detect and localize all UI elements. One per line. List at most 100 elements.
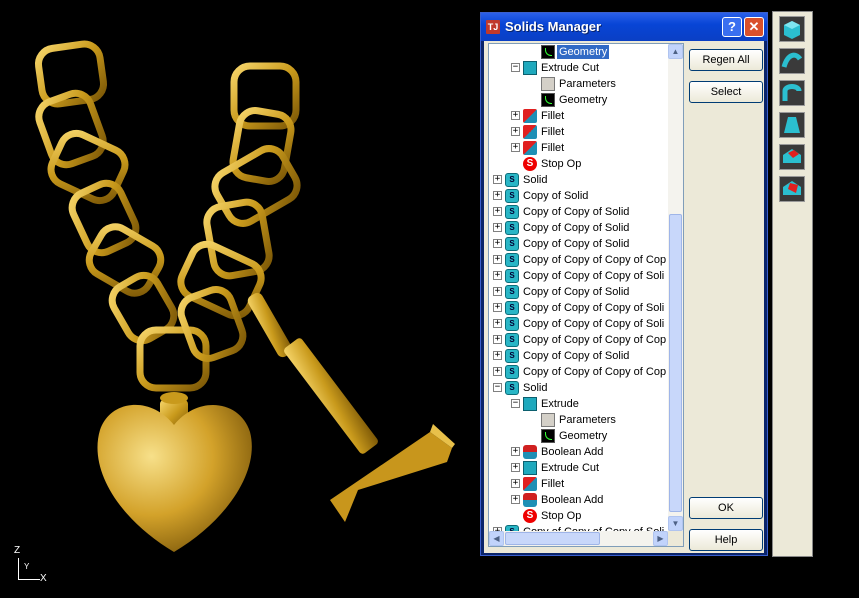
tree-row[interactable]: + S Copy of Copy of Solid bbox=[489, 348, 669, 364]
box-tool-icon[interactable] bbox=[779, 16, 805, 42]
expand-icon[interactable]: + bbox=[493, 239, 502, 248]
select-button[interactable]: Select bbox=[689, 81, 763, 103]
tree-row[interactable]: + S Copy of Copy of Copy of Cop bbox=[489, 252, 669, 268]
window-title: Solids Manager bbox=[505, 19, 602, 34]
tree-item-label: Copy of Copy of Copy of Cop bbox=[523, 254, 667, 266]
scroll-down-button[interactable]: ▼ bbox=[668, 516, 683, 531]
stop-op-icon: S bbox=[523, 509, 537, 523]
tree-row[interactable]: + Fillet bbox=[489, 124, 669, 140]
help-button[interactable]: Help bbox=[689, 529, 763, 551]
close-button[interactable]: ✕ bbox=[744, 17, 764, 37]
extrude-icon bbox=[523, 397, 537, 411]
expand-icon[interactable]: + bbox=[511, 495, 520, 504]
tree-item-label: Fillet bbox=[541, 142, 565, 154]
scroll-right-button[interactable]: ▶ bbox=[653, 531, 668, 546]
tree-row[interactable]: + Fillet bbox=[489, 140, 669, 156]
help-title-button[interactable]: ? bbox=[722, 17, 742, 37]
folder-icon bbox=[541, 77, 555, 91]
tree-row[interactable]: + S Copy of Copy of Solid bbox=[489, 220, 669, 236]
expand-icon[interactable]: + bbox=[493, 351, 502, 360]
expand-icon[interactable]: + bbox=[511, 111, 520, 120]
tree-row[interactable]: + Boolean Add bbox=[489, 444, 669, 460]
tree-item-label: Copy of Copy of Copy of Cop bbox=[523, 366, 667, 378]
tree-row[interactable]: +SCopy of Copy of Copy of Soli bbox=[489, 300, 669, 316]
tree-vertical-scrollbar[interactable]: ▲ ▼ bbox=[668, 44, 683, 531]
solid-icon: S bbox=[505, 317, 519, 331]
tree-row[interactable]: + S Copy of Copy of Copy of Cop bbox=[489, 364, 669, 380]
tree-row[interactable]: S Stop Op bbox=[489, 156, 669, 172]
solids-tree[interactable]: Geometry − Extrude Cut Parameters Geometry + F… bbox=[488, 43, 684, 547]
regen-all-button[interactable]: Regen All bbox=[689, 49, 763, 71]
solid-icon: S bbox=[505, 365, 519, 379]
expand-icon[interactable]: + bbox=[493, 191, 502, 200]
tree-row[interactable]: + S Copy of Copy of Copy of Cop bbox=[489, 332, 669, 348]
left-chain bbox=[34, 40, 210, 392]
tree-row[interactable]: +S Copy of Copy of Copy of Soli bbox=[489, 268, 669, 284]
tree-row[interactable]: + Extrude Cut bbox=[489, 460, 669, 476]
revolve-tool-icon[interactable] bbox=[779, 80, 805, 106]
expand-icon[interactable]: + bbox=[511, 127, 520, 136]
expand-icon[interactable]: + bbox=[493, 271, 502, 280]
fillet-tool-icon[interactable] bbox=[779, 144, 805, 170]
tree-row[interactable]: S Stop Op bbox=[489, 508, 669, 524]
dialog-body: Geometry − Extrude Cut Parameters Geometry + F… bbox=[484, 41, 764, 553]
expand-icon[interactable]: + bbox=[493, 303, 502, 312]
collapse-icon[interactable]: − bbox=[493, 383, 502, 392]
axis-x-line bbox=[18, 579, 40, 580]
expand-icon[interactable]: + bbox=[493, 175, 502, 184]
tree-row[interactable]: + S Copy of Copy of Solid bbox=[489, 236, 669, 252]
tree-row[interactable]: + S Copy of Solid bbox=[489, 188, 669, 204]
loft-tool-icon[interactable] bbox=[779, 112, 805, 138]
tree-row[interactable]: + S Copy of Copy of Solid bbox=[489, 284, 669, 300]
tree-item-label: Boolean Add bbox=[541, 494, 604, 506]
expand-icon[interactable]: + bbox=[511, 447, 520, 456]
right-chain bbox=[177, 62, 301, 362]
solid-icon: S bbox=[505, 349, 519, 363]
tree-row[interactable]: − Extrude bbox=[489, 396, 669, 412]
expand-icon[interactable]: + bbox=[511, 143, 520, 152]
tree-item-label: Parameters bbox=[559, 414, 616, 426]
solid-icon: S bbox=[505, 381, 519, 395]
tree-item-label: Copy of Copy of Copy of Soli bbox=[523, 270, 665, 282]
tree-row[interactable]: +SCopy of Copy of Copy of Soli bbox=[489, 316, 669, 332]
tree-row[interactable]: − Extrude Cut bbox=[489, 60, 669, 76]
scroll-left-button[interactable]: ◀ bbox=[489, 531, 504, 546]
expand-icon[interactable]: + bbox=[493, 287, 502, 296]
tree-row[interactable]: Parameters bbox=[489, 76, 669, 92]
expand-icon[interactable]: + bbox=[493, 255, 502, 264]
expand-icon[interactable]: + bbox=[493, 335, 502, 344]
tree-item-label: Copy of Copy of Copy of Soli bbox=[523, 302, 665, 314]
solid-icon: S bbox=[505, 269, 519, 283]
tree-row[interactable]: + Boolean Add bbox=[489, 492, 669, 508]
collapse-icon[interactable]: − bbox=[511, 63, 520, 72]
scroll-up-button[interactable]: ▲ bbox=[668, 44, 683, 59]
tree-item-label: Copy of Copy of Solid bbox=[523, 222, 630, 234]
tree-row[interactable]: +SCopy of Copy of Copy of Soli bbox=[489, 524, 669, 531]
tree-row[interactable]: + Fillet bbox=[489, 108, 669, 124]
tree-horizontal-scrollbar[interactable]: ◀ ▶ bbox=[489, 531, 668, 546]
expand-icon[interactable]: + bbox=[493, 319, 502, 328]
sweep-tool-icon[interactable] bbox=[779, 48, 805, 74]
tree-row[interactable]: Parameters bbox=[489, 412, 669, 428]
expand-icon[interactable]: + bbox=[493, 207, 502, 216]
expand-icon[interactable]: + bbox=[511, 479, 520, 488]
axis-z-line bbox=[18, 558, 19, 580]
scroll-thumb-vertical[interactable] bbox=[669, 214, 682, 512]
stop-op-icon: S bbox=[523, 157, 537, 171]
expand-icon[interactable]: + bbox=[511, 463, 520, 472]
collapse-icon[interactable]: − bbox=[511, 399, 520, 408]
tree-row[interactable]: Geometry bbox=[489, 92, 669, 108]
fillet-icon bbox=[523, 125, 537, 139]
scroll-thumb-horizontal[interactable] bbox=[505, 532, 600, 545]
chamfer-tool-icon[interactable] bbox=[779, 176, 805, 202]
expand-icon[interactable]: + bbox=[493, 223, 502, 232]
expand-icon[interactable]: + bbox=[493, 367, 502, 376]
tree-row[interactable]: + S Solid bbox=[489, 172, 669, 188]
ok-button[interactable]: OK bbox=[689, 497, 763, 519]
tree-row[interactable]: + S Copy of Copy of Solid bbox=[489, 204, 669, 220]
tree-row[interactable]: + Fillet bbox=[489, 476, 669, 492]
title-bar[interactable]: TJ Solids Manager ? ✕ bbox=[481, 13, 767, 41]
tree-row[interactable]: − S Solid bbox=[489, 380, 669, 396]
tree-row[interactable]: Geometry bbox=[489, 428, 669, 444]
tree-row[interactable]: Geometry bbox=[489, 44, 669, 60]
